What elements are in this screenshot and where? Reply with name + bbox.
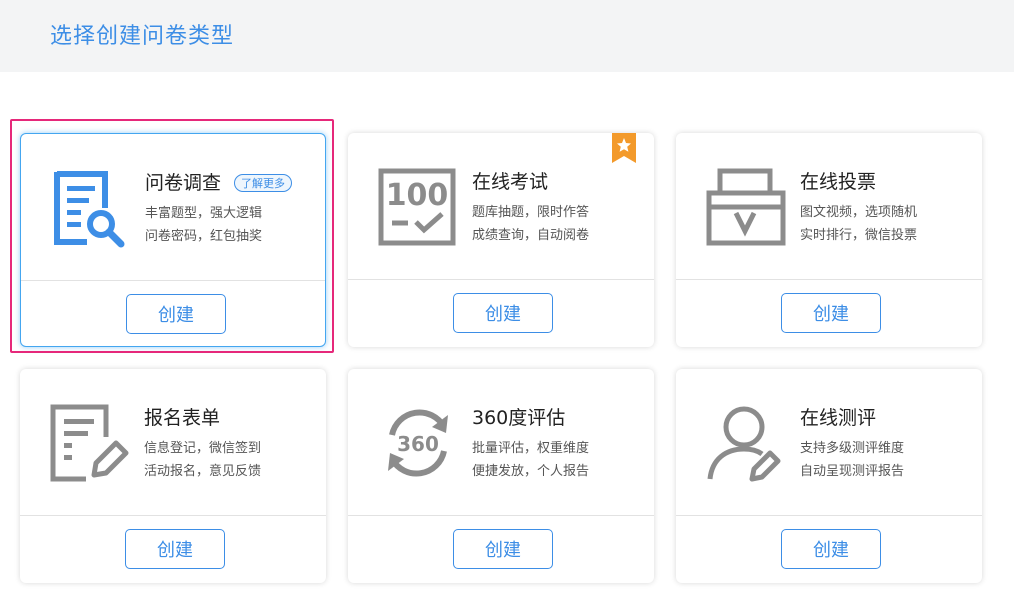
survey-type-card-exam[interactable]: 100 在线考试 题库抽题，限时作答 成绩查询，自动阅卷 创建 [348,133,654,347]
card-divider [348,279,654,280]
360-icon-text: 360 [397,432,439,456]
star-ribbon-icon [612,133,636,163]
card-description: 题库抽题，限时作答 成绩查询，自动阅卷 [472,201,589,247]
card-divider [21,280,325,281]
card-desc-line: 成绩查询，自动阅卷 [472,228,590,243]
card-desc-line: 支持多级测评维度 [800,441,905,456]
card-desc-line: 实时排行，微信投票 [800,228,918,243]
survey-type-card-survey[interactable]: 问卷调查 了解更多 丰富题型，强大逻辑 问卷密码，红包抽奖 创建 [20,133,326,347]
card-description: 丰富题型，强大逻辑 问卷密码，红包抽奖 [145,202,262,248]
survey-type-card-360[interactable]: 360 360度评估 批量评估，权重维度 便捷发放，个人报告 创建 [348,369,654,583]
card-desc-line: 自动呈现测评报告 [800,464,905,479]
card-title: 360度评估 [472,407,566,429]
page-header: 选择创建问卷类型 [0,0,1014,72]
card-description: 支持多级测评维度 自动呈现测评报告 [800,437,904,483]
create-form-button[interactable]: 创建 [125,529,225,569]
card-description: 图文视频，选项随机 实时排行，微信投票 [800,201,917,247]
card-divider [348,515,654,516]
card-desc-line: 丰富题型，强大逻辑 [145,206,263,221]
user-edit-icon [706,403,786,483]
card-divider [676,515,982,516]
card-divider [20,515,326,516]
svg-text:100: 100 [386,178,449,213]
card-desc-line: 活动报名，意见反馈 [144,464,262,479]
create-exam-button[interactable]: 创建 [453,293,553,333]
card-desc-line: 问卷密码，红包抽奖 [145,229,263,244]
card-desc-line: 信息登记，微信签到 [144,441,262,456]
card-description: 信息登记，微信签到 活动报名，意见反馈 [144,437,261,483]
360-cycle-icon: 360 [378,403,458,483]
card-title: 在线考试 [472,171,549,193]
survey-type-card-form[interactable]: 报名表单 信息登记，微信签到 活动报名，意见反馈 创建 [20,369,326,583]
survey-magnifier-icon [51,168,131,248]
page-title: 选择创建问卷类型 [50,24,235,49]
exam-100-icon: 100 [378,167,458,247]
create-360-button[interactable]: 创建 [453,529,553,569]
card-title: 在线测评 [800,407,877,429]
card-divider [676,279,982,280]
create-assessment-button[interactable]: 创建 [781,529,881,569]
card-description: 批量评估，权重维度 便捷发放，个人报告 [472,437,589,483]
card-title: 报名表单 [144,407,221,429]
create-survey-button[interactable]: 创建 [126,294,226,334]
card-desc-line: 图文视频，选项随机 [800,205,918,220]
survey-type-card-assessment[interactable]: 在线测评 支持多级测评维度 自动呈现测评报告 创建 [676,369,982,583]
form-pencil-icon [50,403,130,483]
card-desc-line: 批量评估，权重维度 [472,441,590,456]
survey-type-card-vote[interactable]: 在线投票 图文视频，选项随机 实时排行，微信投票 创建 [676,133,982,347]
ballot-box-icon [706,167,786,247]
create-vote-button[interactable]: 创建 [781,293,881,333]
card-title: 问卷调查 [145,172,222,194]
card-desc-line: 便捷发放，个人报告 [472,464,590,479]
card-desc-line: 题库抽题，限时作答 [472,205,590,220]
learn-more-link[interactable]: 了解更多 [234,174,292,192]
card-title: 在线投票 [800,171,877,193]
